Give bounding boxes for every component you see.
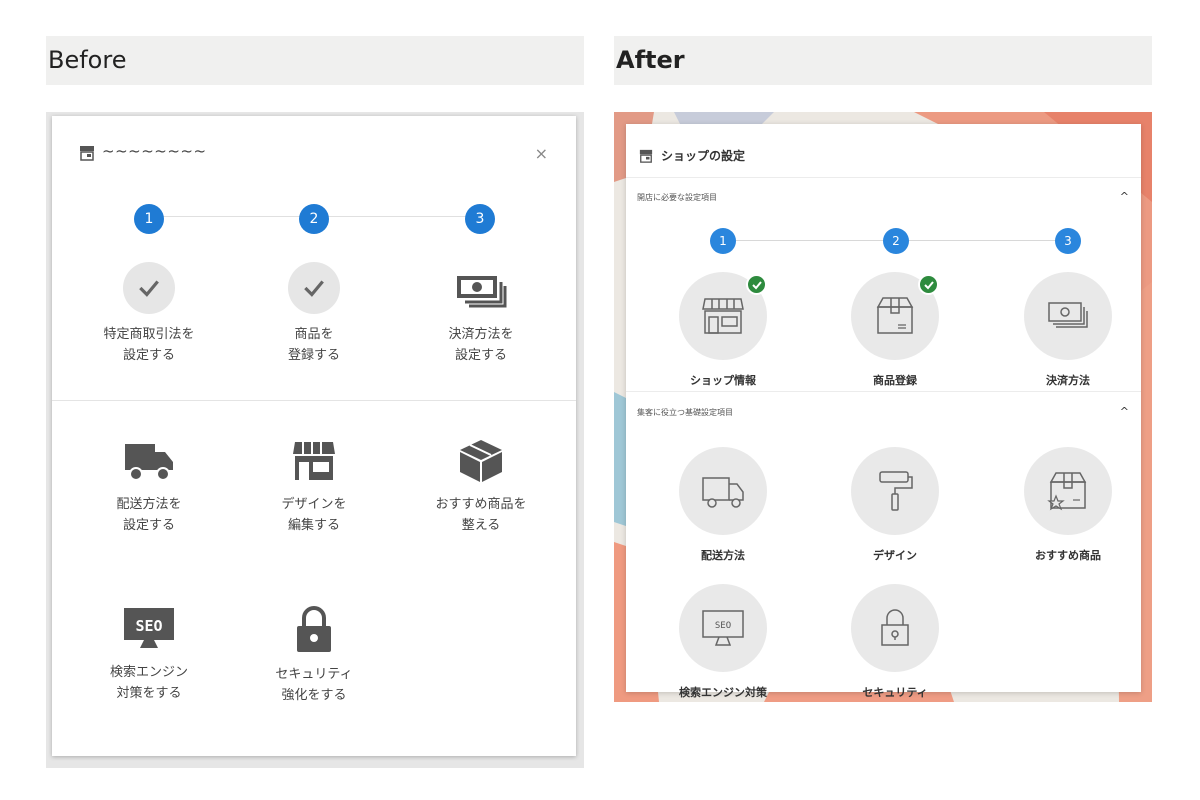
feature-item-seo[interactable]: SEO 検索エンジン 対策をする: [74, 606, 224, 704]
section-label-marketing: 集客に役立つ基礎設定項目: [637, 408, 733, 417]
item-label: おすすめ商品を 整える: [435, 497, 527, 533]
icon-circle: [851, 272, 939, 360]
icon-circle: [679, 272, 767, 360]
feature-item-design[interactable]: デザインを 編集する: [239, 438, 389, 536]
item-label: 決済方法: [1046, 374, 1090, 387]
item-label: デザイン: [873, 549, 917, 562]
item-label: 検索エンジン 対策をする: [109, 665, 188, 701]
feature-item-recommended[interactable]: おすすめ商品を 整える: [406, 438, 556, 536]
item-label: セキュリティ: [862, 686, 928, 699]
setup-item-shop-info[interactable]: ショップ情報: [658, 272, 788, 388]
feature-item-seo[interactable]: SEO 検索エンジン対策: [658, 584, 788, 700]
package-icon: [876, 297, 914, 334]
step-connector: [896, 240, 1056, 241]
step-connector: [724, 240, 884, 241]
icon-circle: [851, 584, 939, 672]
box-icon: [460, 440, 502, 482]
storefront-icon: [293, 442, 335, 480]
setup-item-payment[interactable]: 決済方法を 設定する: [406, 268, 556, 366]
feature-item-recommended-products[interactable]: おすすめ商品: [1003, 447, 1133, 563]
panel-title: ショップの設定: [661, 149, 746, 163]
item-label: デザインを 編集する: [281, 497, 347, 533]
setup-item-payment-method[interactable]: 決済方法: [1003, 272, 1133, 388]
lock-icon: [297, 606, 331, 652]
before-shop-settings-dialog: ~~~~~~~~ × 1 2 3 特定商取引法を 設定する 商品を 登録する 決…: [52, 116, 576, 756]
setup-item-commerce-law[interactable]: 特定商取引法を 設定する: [74, 262, 224, 366]
before-heading: Before: [48, 46, 127, 74]
feature-item-shipping[interactable]: 配送方法を 設定する: [74, 438, 224, 536]
shop-settings-icon: [639, 149, 653, 163]
check-icon: [288, 262, 340, 314]
step-badge-2: 2: [299, 204, 329, 234]
item-label: 配送方法を 設定する: [116, 497, 182, 533]
item-label: 商品を 登録する: [287, 327, 340, 363]
icon-circle: [679, 447, 767, 535]
step-connector: [322, 216, 482, 217]
collapse-chevron-up-icon[interactable]: ^: [1120, 190, 1129, 203]
setup-item-product-registration[interactable]: 商品登録: [830, 272, 960, 388]
item-label: 配送方法: [701, 549, 745, 562]
shop-settings-icon: [80, 146, 94, 161]
completed-check-icon: [918, 274, 939, 295]
icon-circle: [851, 447, 939, 535]
after-header: After: [614, 36, 1152, 85]
title-divider: [626, 177, 1141, 178]
icon-circle: SEO: [679, 584, 767, 672]
step-badge-1: 1: [134, 204, 164, 234]
close-icon[interactable]: ×: [535, 144, 548, 163]
paint-roller-icon: [879, 471, 913, 511]
shop-icon: [702, 298, 744, 334]
check-icon: [123, 262, 175, 314]
before-screenshot: ~~~~~~~~ × 1 2 3 特定商取引法を 設定する 商品を 登録する 決…: [46, 112, 584, 768]
collapse-chevron-up-icon[interactable]: ^: [1120, 405, 1129, 418]
padlock-icon: [881, 609, 909, 646]
feature-item-shipping[interactable]: 配送方法: [658, 447, 788, 563]
step-badge-2: 2: [883, 228, 909, 254]
svg-text:SEO: SEO: [135, 617, 162, 635]
section-divider: [52, 400, 576, 401]
feature-item-design[interactable]: デザイン: [830, 447, 960, 563]
item-label: セキュリティ 強化をする: [275, 667, 353, 703]
completed-check-icon: [746, 274, 767, 295]
feature-item-security[interactable]: セキュリティ 強化をする: [239, 604, 389, 706]
starred-box-icon: [1047, 472, 1087, 511]
icon-circle: [1024, 272, 1112, 360]
after-shop-settings-panel: ショップの設定 開店に必要な設定項目 ^ 1 2 3 ショップ情報 商品登録 決…: [626, 124, 1141, 699]
seo-monitor-icon: SEO: [124, 608, 174, 648]
icon-circle: [1024, 447, 1112, 535]
step-badge-3: 3: [1055, 228, 1081, 254]
item-label: ショップ情報: [690, 374, 756, 387]
item-label: おすすめ商品: [1035, 549, 1101, 562]
feature-item-security[interactable]: セキュリティ: [830, 584, 960, 700]
before-header: Before: [46, 36, 584, 85]
setup-item-products[interactable]: 商品を 登録する: [239, 262, 389, 366]
item-label: 検索エンジン対策: [679, 686, 767, 699]
dialog-title: ~~~~~~~~: [102, 142, 207, 160]
step-connector: [155, 216, 315, 217]
item-label: 決済方法を 設定する: [448, 327, 514, 363]
section-divider: [626, 391, 1141, 392]
step-badge-1: 1: [710, 228, 736, 254]
step-badge-3: 3: [465, 204, 495, 234]
item-label: 商品登録: [873, 374, 917, 387]
after-heading: After: [616, 46, 685, 74]
svg-text:SEO: SEO: [715, 621, 731, 631]
money-icon: [457, 276, 507, 308]
seo-monitor-icon: SEO: [702, 610, 744, 646]
section-label-opening: 開店に必要な設定項目: [637, 193, 717, 202]
bills-icon: [1048, 302, 1088, 328]
item-label: 特定商取引法を 設定する: [103, 327, 195, 363]
truck-icon: [702, 477, 744, 508]
truck-icon: [125, 444, 173, 481]
after-screenshot: ショップの設定 開店に必要な設定項目 ^ 1 2 3 ショップ情報 商品登録 決…: [614, 112, 1152, 702]
